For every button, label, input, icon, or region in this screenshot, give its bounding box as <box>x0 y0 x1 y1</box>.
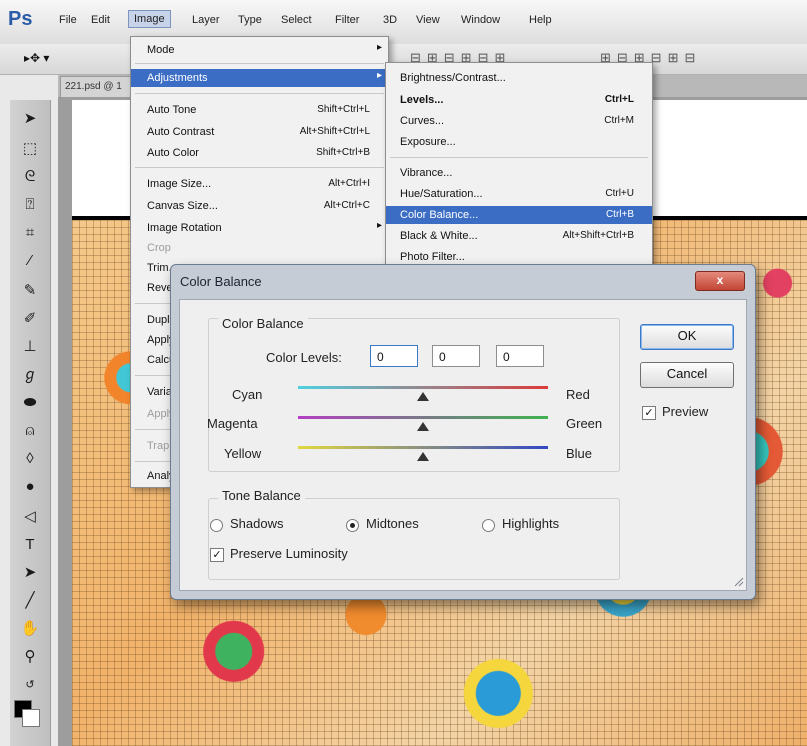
move-tool-icon[interactable]: ▸✥ ▾ <box>24 51 49 65</box>
slider-right-label: Blue <box>566 446 593 461</box>
cyan-red-slider[interactable] <box>298 386 548 389</box>
menu-type[interactable]: Type <box>233 12 267 28</box>
color-level-cyan-red-input[interactable]: 0 <box>370 345 418 367</box>
path-select-tool-icon[interactable]: ➤ <box>18 562 42 584</box>
stamp-tool-icon[interactable]: ⊥ <box>18 336 42 358</box>
adjustments-item[interactable]: Curves... Ctrl+M <box>386 112 652 130</box>
cyan-red-slider-thumb[interactable] <box>417 392 429 401</box>
slider-right-label: Red <box>566 387 590 402</box>
color-balance-group-label: Color Balance <box>218 316 308 331</box>
cancel-button[interactable]: Cancel <box>640 362 734 388</box>
pen-tool-icon[interactable]: ◁ <box>18 506 42 528</box>
tone-balance-group-label: Tone Balance <box>218 488 305 503</box>
background-color-swatch[interactable] <box>22 709 40 727</box>
menu-layer[interactable]: Layer <box>187 12 225 28</box>
brush-tool-icon[interactable]: ✐ <box>18 308 42 330</box>
preview-checkbox[interactable]: ✓ <box>642 406 656 420</box>
adjustments-item[interactable]: Black & White... Alt+Shift+Ctrl+B <box>386 227 652 245</box>
color-level-yellow-blue-input[interactable]: 0 <box>496 345 544 367</box>
menu-file[interactable]: File <box>54 12 82 28</box>
image-menu-item[interactable]: Image Size... Alt+Ctrl+I <box>131 175 388 193</box>
line-tool-icon[interactable]: ╱ <box>18 590 42 612</box>
type-tool-icon[interactable]: T <box>18 534 42 556</box>
adjustments-item[interactable]: Exposure... <box>386 133 652 151</box>
lasso-tool-icon[interactable]: ᘓ <box>18 166 42 188</box>
blur-tool-icon[interactable]: ◊ <box>18 448 42 470</box>
color-levels-label: Color Levels: <box>266 350 342 365</box>
color-level-magenta-green-input[interactable]: 0 <box>432 345 480 367</box>
move-tool-icon[interactable]: ➤ <box>18 108 42 130</box>
menu-help[interactable]: Help <box>524 12 557 28</box>
shadows-radio[interactable] <box>210 519 223 532</box>
adjustments-item[interactable]: Vibrance... <box>386 164 652 182</box>
menu-edit[interactable]: Edit <box>86 12 115 28</box>
highlights-label: Highlights <box>502 516 560 531</box>
menu-filter[interactable]: Filter <box>330 12 364 28</box>
eraser-tool-icon[interactable]: ⬬ <box>18 392 42 414</box>
image-menu-item[interactable]: Auto Contrast Alt+Shift+Ctrl+L <box>131 123 388 141</box>
crop-tool-icon[interactable]: ⌗ <box>18 222 42 244</box>
menu-window[interactable]: Window <box>456 12 505 28</box>
image-menu-item[interactable]: Auto Tone Shift+Ctrl+L <box>131 101 388 119</box>
menu-3d[interactable]: 3D <box>378 12 402 28</box>
document-tab[interactable]: 221.psd @ 1 <box>60 76 140 98</box>
swap-colors-icon[interactable]: ↺ <box>18 674 42 696</box>
midtones-label: Midtones <box>366 516 419 531</box>
quick-select-tool-icon[interactable]: ⍰ <box>18 194 42 216</box>
shadows-label: Shadows <box>230 516 284 531</box>
menu-image[interactable]: Image <box>128 10 171 28</box>
image-menu-item[interactable]: Canvas Size... Alt+Ctrl+C <box>131 197 388 215</box>
healing-tool-icon[interactable]: ✎ <box>18 280 42 302</box>
highlights-radio[interactable] <box>482 519 495 532</box>
image-menu-item[interactable]: Auto Color Shift+Ctrl+B <box>131 144 388 162</box>
color-balance-dialog: Color Balance x Color Balance Color Leve… <box>170 264 756 600</box>
slider-right-label: Green <box>566 416 603 431</box>
preserve-luminosity-checkbox[interactable]: ✓ <box>210 548 224 562</box>
menu-view[interactable]: View <box>411 12 445 28</box>
slider-left-label: Magenta <box>207 416 258 431</box>
dodge-tool-icon[interactable]: ● <box>18 476 42 498</box>
preview-label: Preview <box>662 404 709 419</box>
bucket-tool-icon[interactable]: ⍝ <box>18 420 42 442</box>
yellow-blue-slider-thumb[interactable] <box>417 452 429 461</box>
close-icon[interactable]: x <box>695 271 745 291</box>
tone-balance-group <box>208 498 620 580</box>
slider-left-label: Yellow <box>224 446 262 461</box>
dialog-title: Color Balance <box>180 274 262 289</box>
magenta-green-slider-thumb[interactable] <box>417 422 429 431</box>
image-menu-item[interactable]: Image Rotation ▸ <box>131 219 388 237</box>
midtones-radio[interactable] <box>346 519 359 532</box>
preserve-luminosity-label: Preserve Luminosity <box>230 546 348 561</box>
adjustments-item[interactable]: Brightness/Contrast... <box>386 69 652 87</box>
magenta-green-slider[interactable] <box>298 416 548 419</box>
menu-bar: Ps File Edit Image Layer Type Select Fil… <box>0 0 807 45</box>
image-menu-item[interactable]: Mode ▸ <box>131 41 388 59</box>
hand-tool-icon[interactable]: ✋ <box>18 618 42 640</box>
marquee-tool-icon[interactable]: ⬚ <box>18 138 42 160</box>
photoshop-logo: Ps <box>8 8 33 30</box>
resize-grip-icon[interactable] <box>734 577 744 587</box>
toolbox: ➤ ⬚ ᘓ ⍰ ⌗ ⁄ ✎ ✐ ⊥ ℊ ⬬ ⍝ ◊ ● ◁ T ➤ ╱ ✋ ⚲ … <box>10 100 51 746</box>
adjustments-item[interactable]: Hue/Saturation... Ctrl+U <box>386 185 652 203</box>
image-menu-item[interactable]: Crop <box>131 239 388 257</box>
eyedropper-tool-icon[interactable]: ⁄ <box>18 250 42 272</box>
dialog-body: Color Balance Color Levels: 0 0 0 Cyan R… <box>179 299 747 591</box>
adjustments-item-color-balance[interactable]: Color Balance... Ctrl+B <box>386 206 652 224</box>
yellow-blue-slider[interactable] <box>298 446 548 449</box>
adjustments-item[interactable]: Levels... Ctrl+L <box>386 91 652 109</box>
adjustments-submenu: Brightness/Contrast... Levels... Ctrl+L C… <box>385 62 653 270</box>
zoom-tool-icon[interactable]: ⚲ <box>18 646 42 668</box>
image-menu-item[interactable]: Adjustments ▸ <box>131 69 388 87</box>
slider-left-label: Cyan <box>232 387 263 402</box>
history-brush-tool-icon[interactable]: ℊ <box>18 364 42 386</box>
menu-select[interactable]: Select <box>276 12 317 28</box>
ok-button[interactable]: OK <box>640 324 734 350</box>
